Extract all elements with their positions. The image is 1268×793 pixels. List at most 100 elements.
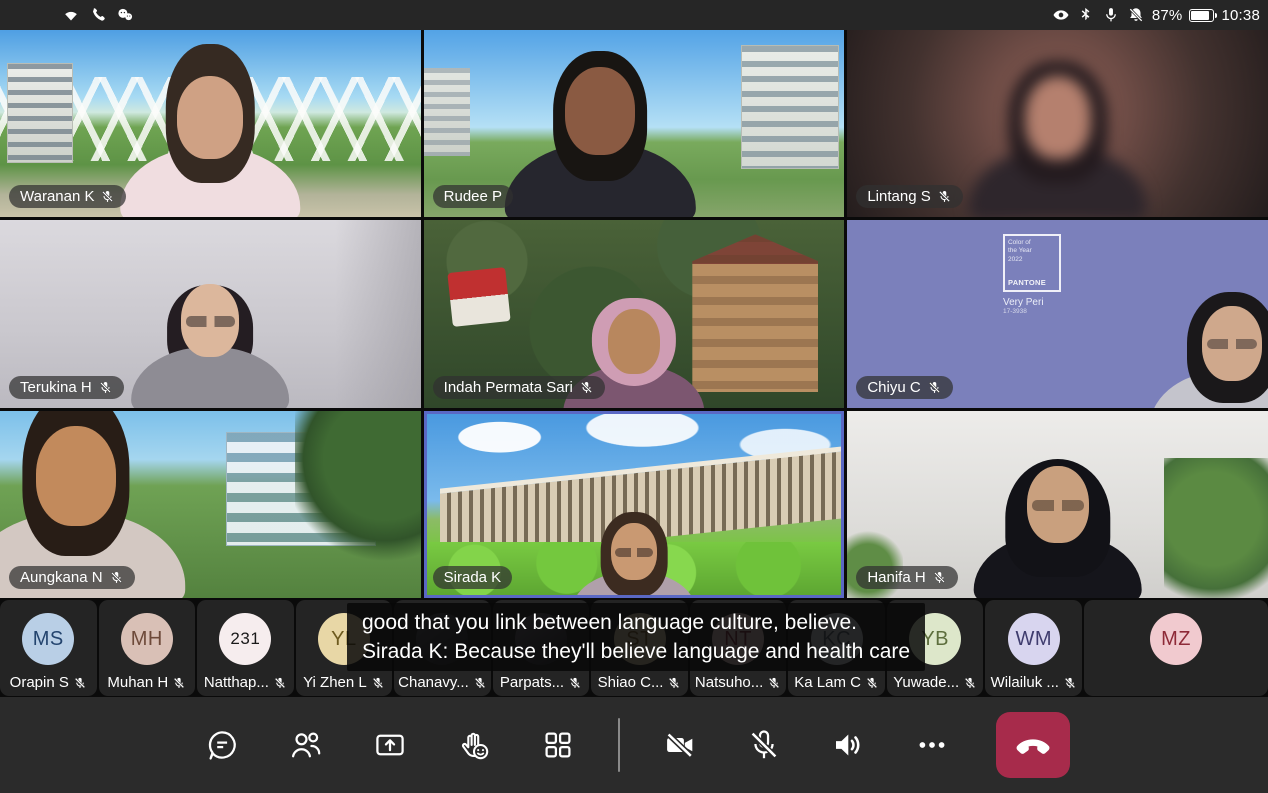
bluetooth-icon xyxy=(1077,6,1095,24)
participant-name: Chanavy... xyxy=(398,674,469,691)
avatar-initials: MS xyxy=(33,628,64,651)
poster-caption: Color of the Year 2022 xyxy=(1008,239,1056,263)
mic-muted-icon xyxy=(273,676,287,690)
mic-muted-icon xyxy=(579,380,594,395)
more-icon xyxy=(914,727,950,763)
participants-icon xyxy=(288,727,324,763)
mic-muted-icon xyxy=(937,189,952,204)
mic-muted-icon xyxy=(371,676,385,690)
participant-name: Hanifa H xyxy=(867,569,925,586)
video-tile-indah-permata-sari[interactable]: Indah Permata Sari xyxy=(424,220,845,407)
participant-name: Parpats... xyxy=(500,674,564,691)
avatar: MH xyxy=(121,613,173,665)
phone-icon xyxy=(89,6,107,24)
participant-silhouette xyxy=(111,56,309,217)
status-right-icons: 87% 10:38 xyxy=(1052,6,1260,24)
avatar-initials: WM xyxy=(1015,628,1052,651)
audio-participant-wilailuk[interactable]: WM Wilailuk ... xyxy=(985,600,1082,696)
speaker-button[interactable] xyxy=(824,721,872,769)
mic-muted-icon xyxy=(473,676,487,690)
participant-name: Terukina H xyxy=(20,379,92,396)
video-tile-aungkana-n[interactable]: Aungkana N xyxy=(0,411,421,598)
mic-muted-icon xyxy=(172,676,186,690)
speaker-icon xyxy=(830,727,866,763)
more-button[interactable] xyxy=(908,721,956,769)
hangup-button[interactable] xyxy=(996,712,1070,778)
video-tile-sirada-k[interactable]: Sirada K xyxy=(424,411,845,598)
participant-name-label: Yuwade... xyxy=(893,674,977,691)
battery-percent: 87% xyxy=(1152,7,1183,24)
participant-silhouette xyxy=(123,267,297,408)
participant-name: Aungkana N xyxy=(20,569,103,586)
avatar-initials: 231 xyxy=(230,629,260,649)
chat-button[interactable] xyxy=(198,721,246,769)
mic-off-button[interactable] xyxy=(740,721,788,769)
audio-participant-natthap[interactable]: 231 Natthap... xyxy=(197,600,294,696)
participant-name: Chiyu C xyxy=(867,379,920,396)
mic-muted-icon xyxy=(100,189,115,204)
chat-icon xyxy=(204,727,240,763)
video-tile-terukina-h[interactable]: Terukina H xyxy=(0,220,421,407)
participant-silhouette xyxy=(1142,288,1268,408)
camera-off-button[interactable] xyxy=(656,721,704,769)
participant-silhouette xyxy=(495,46,705,217)
notifications-off-icon xyxy=(1127,6,1145,24)
wechat-icon xyxy=(116,6,134,24)
participant-name-label: Natthap... xyxy=(204,674,287,691)
mic-muted-icon xyxy=(667,676,681,690)
avatar-initials: YB xyxy=(921,628,949,651)
mic-icon xyxy=(1102,6,1120,24)
grid-view-button[interactable] xyxy=(534,721,582,769)
mic-muted-icon xyxy=(927,380,942,395)
avatar: 231 xyxy=(219,613,271,665)
video-tile-rudee-p[interactable]: Rudee P xyxy=(424,30,845,217)
participant-silhouette xyxy=(565,509,703,598)
avatar: MZ xyxy=(1150,613,1202,665)
eye-icon xyxy=(1052,6,1070,24)
audio-participant-muhan-h[interactable]: MH Muhan H xyxy=(99,600,196,696)
participant-name: Shiao C... xyxy=(598,674,664,691)
reactions-button[interactable] xyxy=(450,721,498,769)
participant-name-label: Yi Zhen L xyxy=(303,674,385,691)
participant-name: Muhan H xyxy=(107,674,168,691)
video-tile-chiyu-c[interactable]: Color of the Year 2022PANTONEVery Peri17… xyxy=(847,220,1268,407)
participant-name: Natsuho... xyxy=(695,674,763,691)
share-screen-button[interactable] xyxy=(366,721,414,769)
participant-name-label: Parpats... xyxy=(500,674,582,691)
participant-name: Yuwade... xyxy=(893,674,959,691)
audio-participant-orapin-s[interactable]: MS Orapin S xyxy=(0,600,97,696)
caption-line: good that you link between language cult… xyxy=(362,608,910,637)
participant-name: Natthap... xyxy=(204,674,269,691)
participant-name-label: Orapin S xyxy=(10,674,87,691)
wifi-icon xyxy=(62,6,80,24)
participant-name: Waranan K xyxy=(20,188,94,205)
participant-name-label: Indah Permata Sari xyxy=(433,376,605,399)
mic-muted-icon xyxy=(98,380,113,395)
participant-name: Orapin S xyxy=(10,674,69,691)
audio-participant-mz[interactable]: MZ xyxy=(1084,600,1268,696)
participant-name-label: Muhan H xyxy=(107,674,186,691)
reactions-icon xyxy=(456,727,492,763)
video-tile-waranan-k[interactable]: Waranan K xyxy=(0,30,421,217)
video-tile-lintang-s[interactable]: Lintang S xyxy=(847,30,1268,217)
avatar: MS xyxy=(22,613,74,665)
participants-button[interactable] xyxy=(282,721,330,769)
toolbar-divider xyxy=(618,718,620,772)
participant-name: Indah Permata Sari xyxy=(444,379,573,396)
pantone-poster: Color of the Year 2022PANTONEVery Peri17… xyxy=(1003,234,1079,315)
participant-name-label: Natsuho... xyxy=(695,674,781,691)
caption-line: Sirada K: Because they'll believe langua… xyxy=(362,637,910,666)
camera-off-icon xyxy=(662,727,698,763)
participant-name-label: Hanifa H xyxy=(856,566,957,589)
video-tile-hanifa-h[interactable]: Hanifa H xyxy=(847,411,1268,598)
participant-name-label: Rudee P xyxy=(433,185,513,208)
participant-name-label: Wilailuk ... xyxy=(991,674,1077,691)
participant-name-label: Ka Lam C xyxy=(794,674,879,691)
live-captions: good that you link between language cult… xyxy=(347,603,925,671)
participant-name: Wilailuk ... xyxy=(991,674,1059,691)
poster-code: 17-3938 xyxy=(1003,308,1079,315)
avatar-initials: MH xyxy=(131,628,163,651)
meeting-toolbar xyxy=(0,697,1268,793)
mic-muted-icon xyxy=(963,676,977,690)
mic-muted-icon xyxy=(932,570,947,585)
